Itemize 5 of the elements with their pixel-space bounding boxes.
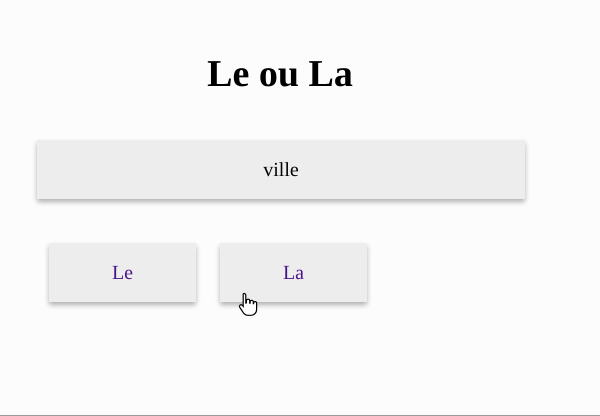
hand-cursor-icon (238, 292, 258, 316)
word-card: ville (37, 140, 525, 199)
choice-button[interactable]: Le (49, 243, 196, 302)
choice-button[interactable]: La (220, 243, 367, 302)
page-title: Le ou La (207, 52, 353, 97)
